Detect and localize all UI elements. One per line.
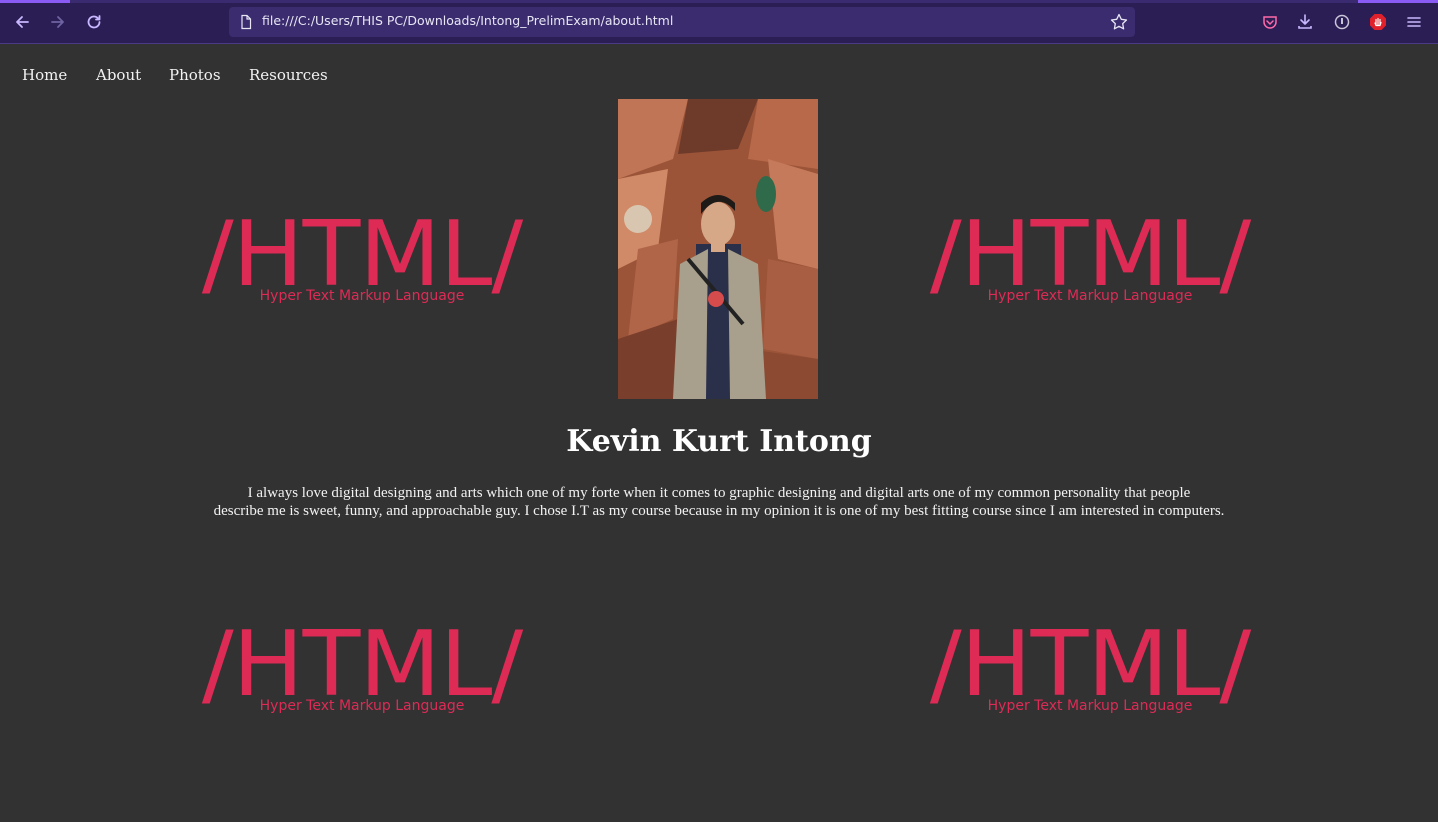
back-button[interactable] xyxy=(9,9,35,35)
pocket-button[interactable] xyxy=(1257,9,1283,35)
html-logo-subtitle: Hyper Text Markup Language xyxy=(259,288,465,304)
nav-resources[interactable]: Resources xyxy=(249,66,328,84)
profile-photo xyxy=(618,99,818,399)
bio-line: describe me is sweet, funny, and approac… xyxy=(213,503,1225,519)
html-logo-subtitle: Hyper Text Markup Language xyxy=(259,698,465,714)
browser-toolbar: file:///C:/Users/THIS PC/Downloads/Inton… xyxy=(0,0,1438,44)
downloads-button[interactable] xyxy=(1292,9,1318,35)
hamburger-menu-icon xyxy=(1407,17,1421,27)
html-logo-subtitle: Hyper Text Markup Language xyxy=(987,288,1193,304)
stop-hand-icon xyxy=(1370,14,1386,30)
forward-button[interactable] xyxy=(45,9,71,35)
tab-strip xyxy=(0,0,1438,3)
page-icon xyxy=(241,14,252,30)
profile-bio: I always love digital designing and arts… xyxy=(210,484,1228,520)
site-nav: Home About Photos Resources xyxy=(0,44,340,100)
reload-icon xyxy=(87,15,101,29)
tab-strip-edge xyxy=(1358,0,1438,3)
nav-about[interactable]: About xyxy=(96,66,141,84)
html-logo-image: /HTML/ Hyper Text Markup Language xyxy=(920,205,1260,335)
app-menu-button[interactable] xyxy=(1401,9,1427,35)
arrow-right-icon xyxy=(51,16,64,28)
profile-name: Kevin Kurt Intong xyxy=(566,424,872,459)
adblock-button[interactable] xyxy=(1365,9,1391,35)
nav-home[interactable]: Home xyxy=(22,66,67,84)
html-logo-image: /HTML/ Hyper Text Markup Language xyxy=(920,615,1260,745)
bio-line: I always love digital designing and arts… xyxy=(247,485,1191,501)
url-text[interactable]: file:///C:/Users/THIS PC/Downloads/Inton… xyxy=(262,13,673,28)
html-logo-subtitle: Hyper Text Markup Language xyxy=(987,698,1193,714)
pocket-icon xyxy=(1263,16,1277,29)
extension-button[interactable] xyxy=(1329,9,1355,35)
arrow-left-icon xyxy=(16,16,29,28)
nav-photos[interactable]: Photos xyxy=(169,66,221,84)
html-logo-image: /HTML/ Hyper Text Markup Language xyxy=(192,615,532,745)
download-icon xyxy=(1298,14,1312,29)
active-tab-indicator xyxy=(0,0,70,3)
star-icon[interactable] xyxy=(1109,12,1129,32)
html-logo-image: /HTML/ Hyper Text Markup Language xyxy=(192,205,532,335)
reload-button[interactable] xyxy=(81,9,107,35)
profile-photo-illustration xyxy=(618,99,818,399)
extension-icon xyxy=(1334,14,1350,30)
address-bar[interactable]: file:///C:/Users/THIS PC/Downloads/Inton… xyxy=(229,7,1135,37)
